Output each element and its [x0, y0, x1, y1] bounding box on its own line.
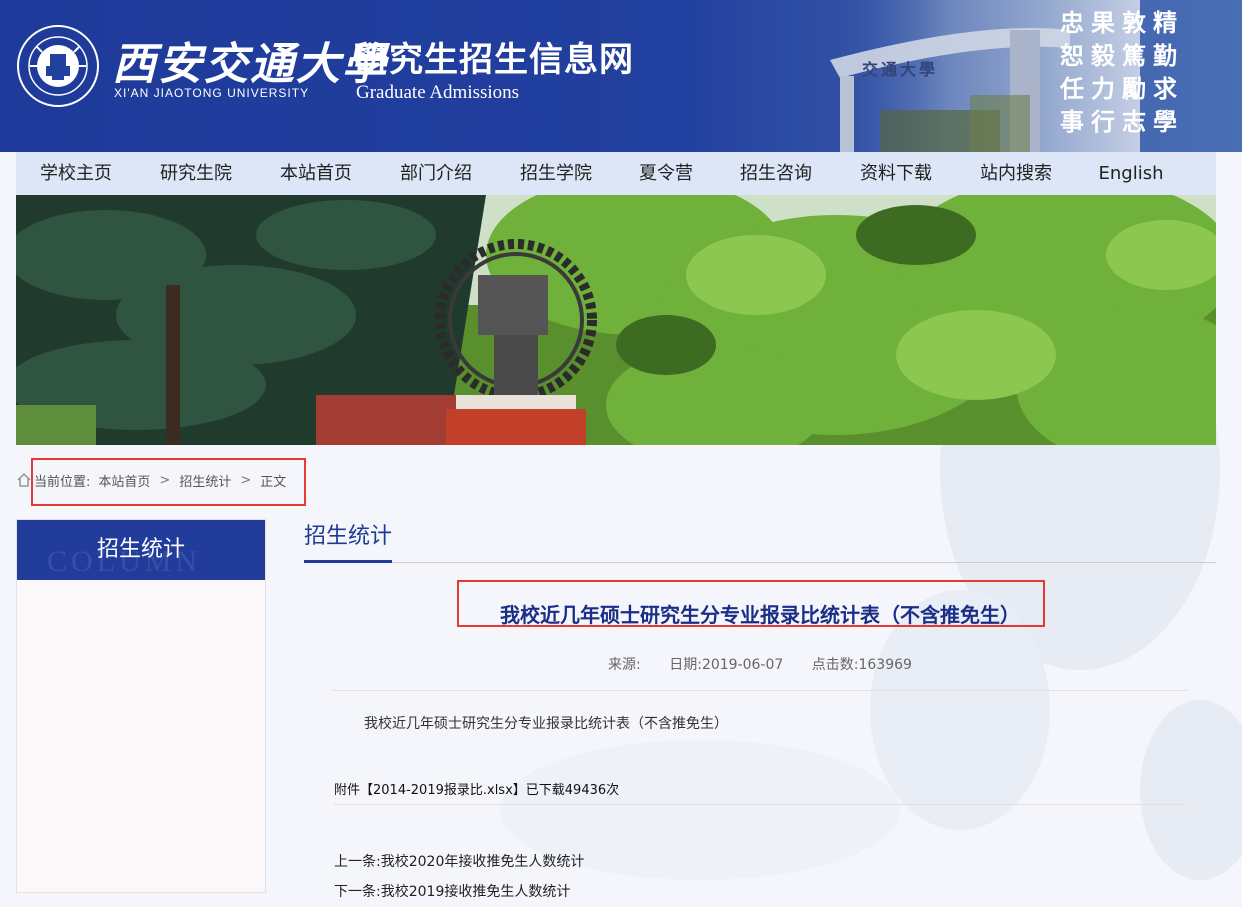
nav-item-consulting[interactable]: 招生咨询 — [716, 152, 836, 195]
university-name-en: XI'AN JIAOTONG UNIVERSITY — [114, 86, 310, 100]
meta-date-value: 2019-06-07 — [701, 657, 784, 673]
nav-item-school-home[interactable]: 学校主页 — [16, 152, 136, 195]
prev-article: 上一条:我校2020年接收推免生人数统计 — [334, 847, 1216, 877]
breadcrumb-item-admission-stats[interactable]: 招生统计 — [179, 471, 231, 490]
motto-line: 任力勵求 — [1060, 74, 1184, 103]
meta-source-label: 来源: — [608, 657, 641, 673]
attachment-line: 附件【2014-2019报录比.xlsx】已下载49436次 — [334, 779, 1188, 805]
prev-article-link[interactable]: 我校2020年接收推免生人数统计 — [381, 854, 585, 870]
motto-line: 恕毅篤勤 — [1060, 41, 1184, 70]
motto-line: 事行志學 — [1060, 107, 1184, 136]
nav-item-site-search[interactable]: 站内搜索 — [956, 152, 1076, 195]
meta-source: 来源: — [608, 657, 641, 673]
gate-inscription: 交通大學 — [862, 60, 939, 79]
breadcrumb-separator: > — [159, 472, 171, 488]
meta-clicks: 点击数:163969 — [812, 657, 912, 673]
meta-clicks-value: 163969 — [858, 657, 912, 673]
prev-label: 上一条: — [334, 854, 381, 870]
attachment-suffix: 】已下载49436次 — [512, 783, 620, 798]
next-article: 下一条:我校2019接收推免生人数统计 — [334, 877, 1216, 907]
university-motto: 忠果敦精 恕毅篤勤 任力勵求 事行志學 — [1060, 6, 1190, 138]
main-nav: 学校主页 研究生院 本站首页 部门介绍 招生学院 夏令营 招生咨询 资料下载 站… — [16, 152, 1216, 195]
article-meta: 来源: 日期:2019-06-07 点击数:163969 — [304, 654, 1216, 674]
section-title: 招生统计 — [304, 512, 393, 563]
university-emblem[interactable] — [16, 24, 100, 108]
breadcrumb-prefix: 当前位置: — [34, 474, 91, 490]
main-content: 招生统计 我校近几年硕士研究生分专业报录比统计表（不含推免生） 来源: 日期:2… — [304, 512, 1216, 907]
meta-divider — [332, 690, 1188, 691]
home-icon — [17, 473, 31, 487]
nav-item-departments[interactable]: 部门介绍 — [376, 152, 496, 195]
meta-clicks-label: 点击数: — [811, 657, 859, 673]
meta-date-label: 日期: — [669, 657, 702, 673]
breadcrumb: 当前位置: 本站首页 > 招生统计 > 正文 — [16, 468, 286, 492]
breadcrumb-item-site-home[interactable]: 本站首页 — [98, 471, 150, 490]
site-header: 交通大學 西安交通大學 XI'AN JIAOTONG UNIVERSITY 研究… — [0, 0, 1242, 152]
breadcrumb-separator: > — [240, 472, 252, 488]
next-article-link[interactable]: 我校2019接收推免生人数统计 — [381, 884, 571, 900]
article-body: 我校近几年硕士研究生分专业报录比统计表（不含推免生） — [364, 716, 728, 732]
university-name-cn[interactable]: 西安交通大學 — [112, 28, 388, 92]
nav-item-graduate-school[interactable]: 研究生院 — [136, 152, 256, 195]
attachment-prefix: 附件【 — [334, 783, 374, 798]
nav-item-english[interactable]: English — [1076, 152, 1186, 195]
section-divider — [304, 562, 1216, 563]
attachment-link[interactable]: 2014-2019报录比.xlsx — [373, 783, 513, 798]
motto-line: 忠果敦精 — [1060, 8, 1184, 37]
nav-item-summer-camp[interactable]: 夏令营 — [616, 152, 716, 195]
nav-item-admission-colleges[interactable]: 招生学院 — [496, 152, 616, 195]
site-title-cn[interactable]: 研究生招生信息网 — [354, 32, 634, 81]
meta-date: 日期:2019-06-07 — [669, 657, 783, 673]
nav-item-downloads[interactable]: 资料下载 — [836, 152, 956, 195]
prev-next-links: 上一条:我校2020年接收推免生人数统计 下一条:我校2019接收推免生人数统计 — [334, 847, 1216, 907]
article-title: 我校近几年硕士研究生分专业报录比统计表（不含推免生） — [500, 603, 1020, 627]
sidebar: COLUMN 招生统计 — [16, 519, 266, 893]
site-title-en: Graduate Admissions — [356, 82, 520, 103]
campus-banner-image — [16, 195, 1216, 445]
sidebar-title[interactable]: 招生统计 — [97, 537, 185, 562]
nav-item-site-home[interactable]: 本站首页 — [256, 152, 376, 195]
sidebar-header: COLUMN 招生统计 — [17, 520, 265, 580]
next-label: 下一条: — [334, 884, 381, 900]
breadcrumb-item-current: 正文 — [260, 474, 287, 490]
